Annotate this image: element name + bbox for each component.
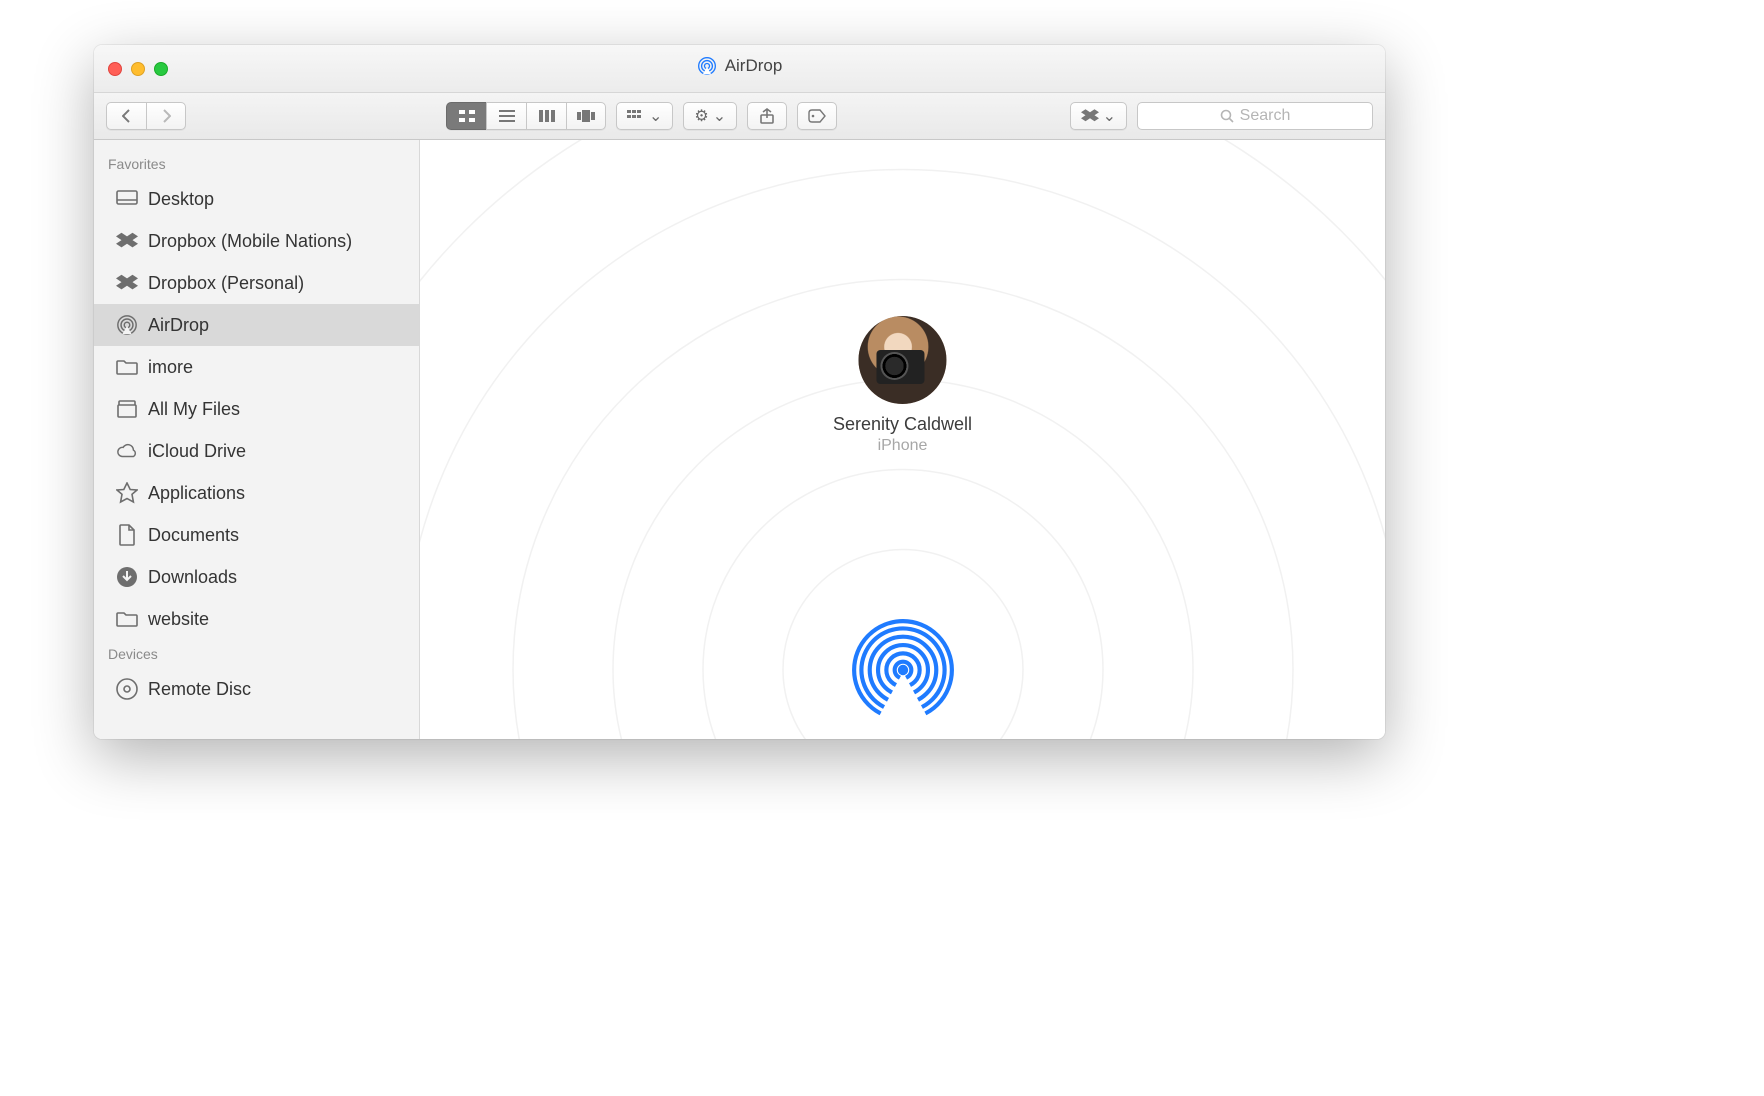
sidebar-item-label: Documents [148, 525, 239, 546]
sidebar-item-downloads[interactable]: Downloads [94, 556, 419, 598]
view-icons-button[interactable] [446, 102, 486, 130]
sidebar-item-label: AirDrop [148, 315, 209, 336]
sidebar-item-applications[interactable]: Applications [94, 472, 419, 514]
sidebar-item-label: Dropbox (Personal) [148, 273, 304, 294]
desktop-icon [116, 188, 138, 210]
view-list-button[interactable] [486, 102, 526, 130]
sidebar-item-label: iCloud Drive [148, 441, 246, 462]
airdrop-pane: Serenity Caldwell iPhone AirDrop lets yo… [420, 140, 1385, 739]
sidebar-item-dropbox-mobile-nations[interactable]: Dropbox (Mobile Nations) [94, 220, 419, 262]
sidebar-item-all-my-files[interactable]: All My Files [94, 388, 419, 430]
folder-icon [116, 356, 138, 378]
view-coverflow-button[interactable] [566, 102, 606, 130]
close-button[interactable] [108, 62, 122, 76]
download-icon [116, 566, 138, 588]
sidebar-item-desktop[interactable]: Desktop [94, 178, 419, 220]
recipient-device: iPhone [833, 437, 972, 455]
forward-button[interactable] [146, 102, 186, 130]
gear-icon: ⚙︎ [694, 106, 708, 126]
sidebar-item-remote-disc[interactable]: Remote Disc [94, 668, 419, 710]
sidebar-item-label: Applications [148, 483, 245, 504]
titlebar: AirDrop [94, 45, 1385, 93]
view-mode [446, 102, 606, 130]
airdrop-logo [851, 618, 955, 722]
sidebar-item-dropbox-personal[interactable]: Dropbox (Personal) [94, 262, 419, 304]
window-title: AirDrop [725, 56, 783, 76]
sidebar-item-label: website [148, 609, 209, 630]
dropbox-toolbar-button[interactable]: ⌄ [1070, 102, 1127, 130]
arrange-button[interactable]: ⌄ [616, 102, 673, 130]
sidebar-item-label: Desktop [148, 189, 214, 210]
sidebar-item-label: Dropbox (Mobile Nations) [148, 231, 352, 252]
allfiles-icon [116, 398, 138, 420]
nav-buttons [106, 102, 186, 130]
window: AirDrop ⌄ ⚙︎⌄ ⌄ Search Favorites Desktop D… [94, 45, 1385, 739]
airdrop-recipient[interactable]: Serenity Caldwell iPhone [833, 316, 972, 455]
sidebar-item-imore[interactable]: imore [94, 346, 419, 388]
airdrop-icon [116, 314, 138, 336]
toolbar: ⌄ ⚙︎⌄ ⌄ Search [94, 93, 1385, 140]
cloud-icon [116, 440, 138, 462]
dropbox-icon [116, 272, 138, 294]
sidebar-item-label: imore [148, 357, 193, 378]
sidebar-item-label: Downloads [148, 567, 237, 588]
share-button[interactable] [747, 102, 787, 130]
zoom-button[interactable] [154, 62, 168, 76]
sidebar-item-documents[interactable]: Documents [94, 514, 419, 556]
folder-icon [116, 608, 138, 630]
avatar [859, 316, 947, 404]
recipient-name: Serenity Caldwell [833, 414, 972, 435]
documents-icon [116, 524, 138, 546]
sidebar-item-airdrop[interactable]: AirDrop [94, 304, 419, 346]
sidebar-section-label: Favorites [94, 150, 419, 178]
apps-icon [116, 482, 138, 504]
search-input[interactable]: Search [1137, 102, 1373, 130]
traffic-lights [108, 62, 168, 76]
disc-icon [116, 678, 138, 700]
tags-button[interactable] [797, 102, 837, 130]
view-columns-button[interactable] [526, 102, 566, 130]
sidebar: Favorites Desktop Dropbox (Mobile Nations)… [94, 140, 420, 739]
sidebar-item-icloud-drive[interactable]: iCloud Drive [94, 430, 419, 472]
minimize-button[interactable] [131, 62, 145, 76]
search-icon [1220, 109, 1234, 123]
sidebar-item-label: Remote Disc [148, 679, 251, 700]
dropbox-icon [116, 230, 138, 252]
sidebar-section-label: Devices [94, 640, 419, 668]
action-button[interactable]: ⚙︎⌄ [683, 102, 737, 130]
airdrop-icon [697, 56, 717, 76]
sidebar-item-website[interactable]: website [94, 598, 419, 640]
search-placeholder: Search [1240, 107, 1291, 125]
back-button[interactable] [106, 102, 146, 130]
sidebar-item-label: All My Files [148, 399, 240, 420]
